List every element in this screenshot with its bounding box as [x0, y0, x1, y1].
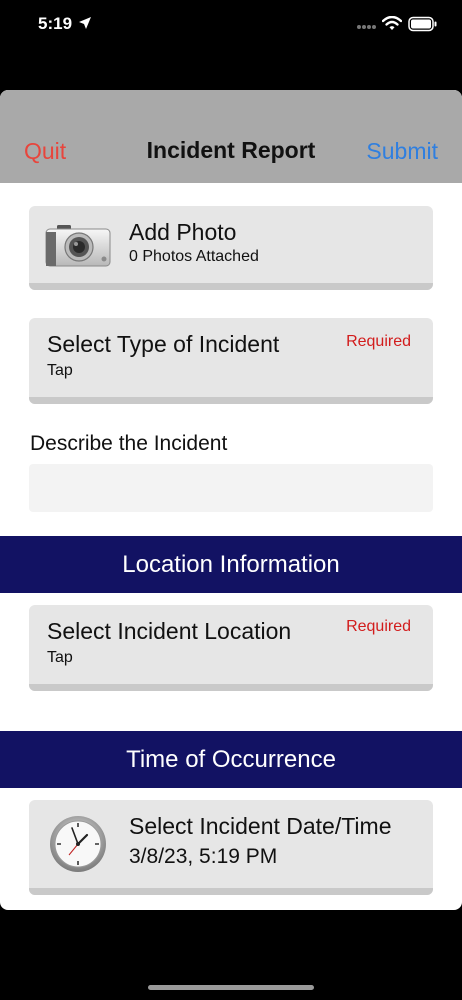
describe-incident-field[interactable] [29, 464, 433, 512]
wifi-icon [382, 16, 402, 30]
add-photo-title: Add Photo [129, 219, 237, 245]
submit-button[interactable]: Submit [366, 138, 438, 165]
status-bar: 5:19 [0, 0, 462, 50]
incident-location-title: Select Incident Location [47, 618, 292, 644]
camera-icon [45, 225, 111, 267]
incident-report-sheet: Quit Incident Report Submit Add Photo 0 … [0, 90, 462, 910]
photos-attached-count: 0 Photos Attached [129, 248, 259, 265]
datetime-value: 3/8/23, 5:19 PM [129, 845, 278, 868]
required-badge: Required [346, 333, 411, 350]
incident-type-hint: Tap [47, 362, 73, 379]
incident-datetime-card[interactable]: Select Incident Date/Time 3/8/23, 5:19 P… [29, 800, 433, 895]
required-badge: Required [346, 618, 411, 635]
datetime-title: Select Incident Date/Time [129, 813, 392, 839]
home-indicator[interactable] [148, 985, 314, 990]
location-arrow-icon [79, 17, 91, 29]
status-time: 5:19 [38, 14, 73, 33]
battery-icon [408, 16, 437, 32]
time-section-header: Time of Occurrence [0, 731, 462, 788]
location-section-header: Location Information [0, 536, 462, 593]
incident-location-hint: Tap [47, 649, 73, 666]
clock-icon [50, 816, 106, 872]
incident-type-card[interactable]: Select Type of Incident Tap Required [29, 318, 433, 404]
nav-bar: Quit Incident Report Submit [0, 90, 462, 183]
incident-type-title: Select Type of Incident [47, 331, 280, 357]
describe-label: Describe the Incident [30, 432, 228, 455]
add-photo-card[interactable]: Add Photo 0 Photos Attached [29, 206, 433, 290]
incident-location-card[interactable]: Select Incident Location Tap Required [29, 605, 433, 691]
signal-dots-icon [357, 25, 376, 29]
